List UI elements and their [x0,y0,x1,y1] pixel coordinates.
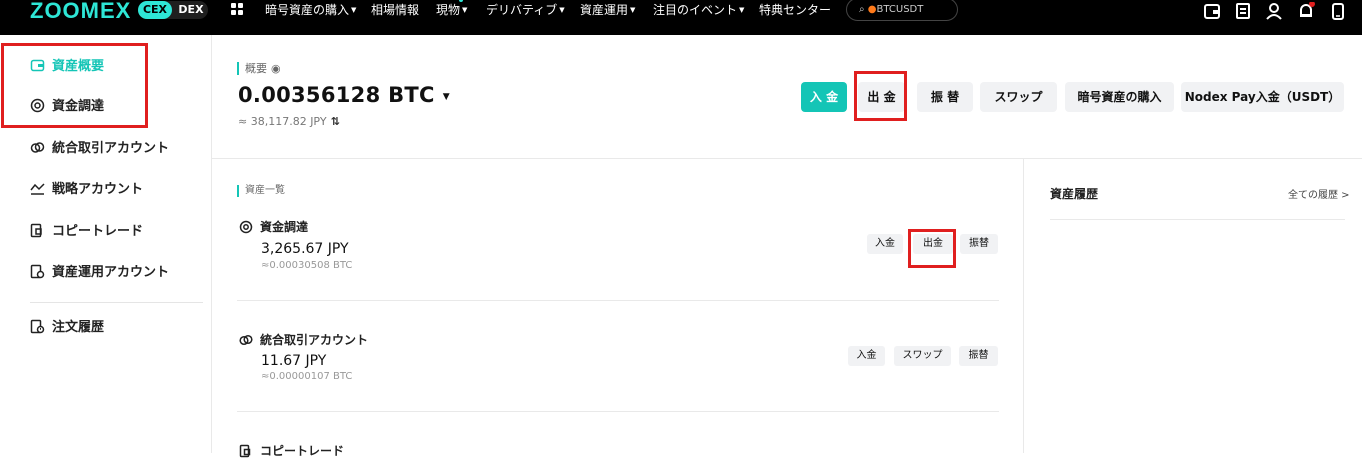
overview-heading: 概要 ◉ [237,62,281,75]
sidebar-item-unified-trading[interactable]: 統合取引アカウント [30,139,169,159]
unified-transfer-button[interactable]: 振替 [959,346,998,366]
nav-events[interactable]: 注目のイベント ▼ [653,0,744,20]
nav-market[interactable]: 相場情報 [371,0,419,20]
earn-icon [30,264,45,279]
account-name-funding[interactable]: 資金調達 [239,218,308,235]
nav-earn[interactable]: 資産運用 ▼ [580,0,635,20]
sidebar-item-label: 戦略アカウント [52,182,144,197]
swap-currency-icon[interactable]: ⇅ [331,115,340,128]
total-balance: 0.00356128 BTC ▼ [238,83,450,107]
copy-icon [30,223,42,238]
funding-transfer-button[interactable]: 振替 [960,234,998,254]
strategy-icon [30,183,45,195]
mobile-icon[interactable] [1329,2,1347,20]
highlight-box-funding-withdraw [908,229,956,268]
bell-icon[interactable] [1297,2,1315,20]
currency-dropdown-icon[interactable]: ▼ [443,92,450,102]
logo[interactable]: ZOOMEX [30,0,131,24]
user-icon[interactable] [1265,2,1283,20]
link-icon [239,334,253,346]
nav-spot[interactable]: 現物 ▼ [436,0,467,20]
target-icon [239,220,253,234]
main-content: 概要 ◉ 0.00356128 BTC ▼ ≈ 38,117.82 JPY ⇅ 入 金… [212,35,1362,458]
sidebar-item-label: 資産運用アカウント [52,265,170,280]
eye-icon[interactable]: ◉ [271,62,281,75]
row-divider [237,411,999,412]
orders-icon[interactable] [1234,2,1252,20]
top-bar: ZOOMEX CEX DEX 暗号資産の購入 ▼ 相場情報 現物 ▼ デリバティブ ▼… [0,0,1362,35]
buy-crypto-button[interactable]: 暗号資産の購入 [1065,82,1174,112]
swap-button[interactable]: スワップ [980,82,1057,112]
sidebar-item-label: 統合取引アカウント [52,141,170,156]
cex-tab[interactable]: CEX [138,1,172,19]
sidebar-item-copy-trade[interactable]: コピートレード [30,222,143,242]
asset-list-heading: 資産一覧 [237,185,285,197]
sidebar-divider [30,302,203,303]
sidebar-item-label: 注文履歴 [52,320,105,335]
sidebar-item-strategy[interactable]: 戦略アカウント [30,180,143,200]
divider [1050,219,1345,220]
history-icon [30,319,45,334]
account-amount: 11.67 JPY [261,353,327,369]
balance-approx: ≈ 38,117.82 JPY ⇅ [238,115,340,128]
grid-icon[interactable] [231,3,244,16]
deposit-button[interactable]: 入 金 [801,82,847,112]
funding-deposit-button[interactable]: 入金 [867,234,903,254]
highlight-box-withdraw [854,71,907,121]
copy-icon [239,444,251,458]
unified-swap-button[interactable]: スワップ [894,346,951,366]
nav-rewards[interactable]: 特典センター [759,0,831,20]
search-input[interactable]: ⌕ ●BTCUSDT [846,0,958,21]
asset-history-title: 資産履歴 [1050,187,1099,201]
dex-tab[interactable]: DEX [174,1,208,19]
link-icon [30,142,45,153]
divider [1023,158,1024,453]
highlight-box-sidebar [1,43,148,128]
nav-buy-crypto[interactable]: 暗号資産の購入 ▼ [265,0,356,20]
account-name-copy-trade[interactable]: コピートレード [239,442,344,459]
sidebar-item-order-history[interactable]: 注文履歴 [30,318,104,338]
search-icon: ⌕ [859,4,868,15]
row-divider [237,300,999,301]
sidebar-item-earn-account[interactable]: 資産運用アカウント [30,263,169,283]
account-amount: 3,265.67 JPY [261,241,349,257]
hot-icon: ● [867,4,877,15]
account-btc: ≈0.00000107 BTC [261,371,353,382]
cex-dex-switch[interactable]: CEX DEX [138,1,208,19]
account-name-unified-trading[interactable]: 統合取引アカウント [239,331,368,348]
wallet-icon[interactable] [1203,2,1221,20]
transfer-button[interactable]: 振 替 [917,82,973,112]
divider [212,158,1362,159]
unified-deposit-button[interactable]: 入金 [848,346,885,366]
nav-derivatives[interactable]: デリバティブ ▼ [486,0,565,20]
account-btc: ≈0.00030508 BTC [261,260,353,271]
nodex-pay-deposit-button[interactable]: Nodex Pay入金（USDT） [1181,82,1344,112]
sidebar-item-label: コピートレード [52,224,144,239]
all-history-link[interactable]: 全ての履歴 > [1288,186,1350,201]
